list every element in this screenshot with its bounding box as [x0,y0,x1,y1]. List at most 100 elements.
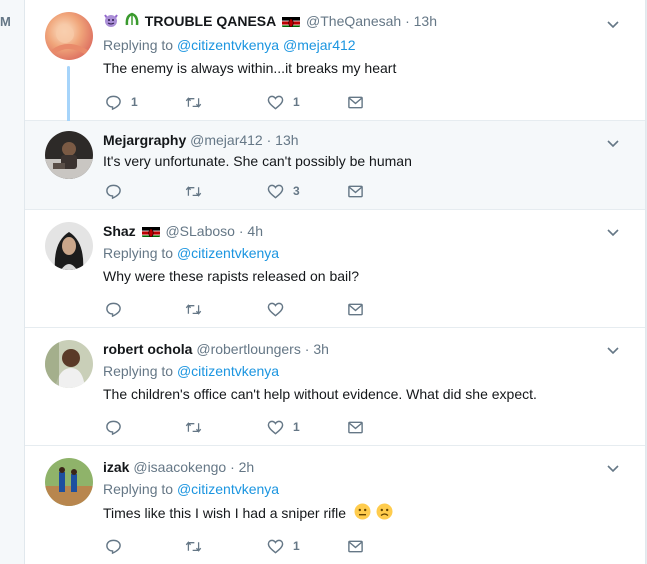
devil-emoji-icon [103,12,119,32]
reply-button[interactable] [105,536,131,556]
avatar[interactable] [45,12,93,60]
handle[interactable]: @TheQanesah [306,13,401,29]
handle[interactable]: @isaacokengo [133,459,226,475]
reply-button[interactable] [105,417,131,437]
handle[interactable]: @robertloungers [196,341,301,357]
frowning-face-emoji-icon [376,503,393,525]
heart-icon [267,302,284,317]
tweet-item[interactable]: Shaz @SLaboso · 4h Replying to @citizent… [25,210,645,328]
reply-button[interactable]: 1 [105,92,138,112]
display-name[interactable]: izak [103,459,129,475]
tweet-text: The children's office can't help without… [103,386,537,402]
replying-to: Replying to @citizentvkenya @mejar412 [103,36,645,54]
replying-to: Replying to @citizentvkenya [103,244,645,262]
tweet-text: Why were these rapists released on bail? [103,268,360,284]
retweet-icon [185,303,202,315]
display-name[interactable]: Shaz [103,223,136,239]
retweet-button[interactable] [185,92,211,112]
chevron-down-icon[interactable] [605,16,621,32]
avatar[interactable] [45,222,93,270]
mention-link[interactable]: @citizentvkenya [177,481,279,497]
kenya-flag-icon [282,15,301,27]
chevron-down-icon[interactable] [605,342,621,358]
envelope-icon [348,96,363,108]
direct-message-button[interactable] [347,299,364,319]
reply-icon [106,302,121,317]
tweet-item[interactable]: TROUBLE QANESA @TheQanesah · 13h Replyin… [25,0,645,126]
thread-connector [67,66,70,126]
timestamp[interactable]: 13h [275,132,298,148]
heart-icon [267,95,284,110]
like-count: 1 [293,539,300,553]
replying-label: Replying to [103,37,174,53]
mention-link[interactable]: @citizentvkenya [177,37,279,53]
tweet-item[interactable]: robert ochola @robertloungers · 3h Reply… [25,328,645,446]
display-name[interactable]: Mejargraphy [103,132,186,148]
reply-timeline: TROUBLE QANESA @TheQanesah · 13h Replyin… [24,0,646,564]
replying-to: Replying to @citizentvkenya [103,480,645,498]
separator-dot: · [230,459,235,475]
tweet-item[interactable]: Mejargraphy @mejar412 · 13h It's very un… [25,121,645,210]
direct-message-button[interactable] [347,417,364,437]
like-count: 3 [293,184,300,198]
mention-link[interactable]: @citizentvkenya [177,363,279,379]
tweet-text-row: Times like this I wish I had a sniper ri… [103,503,645,525]
like-button[interactable]: 1 [267,417,300,437]
timestamp[interactable]: 13h [414,13,437,29]
sidebar-letter: M [0,14,11,29]
reply-count: 1 [131,95,138,109]
retweet-button[interactable] [185,417,211,437]
envelope-icon [348,421,363,433]
avatar[interactable] [45,340,93,388]
retweet-icon [185,185,202,197]
reply-icon [106,420,121,435]
reply-icon [106,184,121,199]
retweet-button[interactable] [185,181,211,201]
retweet-icon [185,421,202,433]
like-button[interactable]: 1 [267,536,300,556]
timestamp[interactable]: 3h [313,341,329,357]
separator-dot: · [238,223,244,239]
display-name[interactable]: TROUBLE QANESA [145,13,276,29]
handle[interactable]: @SLaboso [165,223,234,239]
separator-dot: · [304,341,310,357]
chevron-down-icon[interactable] [605,224,621,240]
tweet-text: Times like this I wish I had a sniper ri… [103,505,347,521]
tweet-item[interactable]: izak @isaacokengo · 2h Replying to @citi… [25,446,645,564]
separator-dot: · [405,13,410,29]
timestamp[interactable]: 2h [239,459,255,475]
direct-message-button[interactable] [347,92,364,112]
retweet-button[interactable] [185,299,211,319]
direct-message-button[interactable] [347,536,364,556]
mention-link[interactable]: @citizentvkenya [177,245,279,261]
separator-dot: · [266,132,272,148]
chevron-down-icon[interactable] [605,135,621,151]
like-button[interactable]: 1 [267,92,300,112]
retweet-button[interactable] [185,536,211,556]
envelope-icon [348,540,363,552]
tweet-text: It's very unfortunate. She can't possibl… [103,153,412,169]
left-panel-edge: M [0,0,25,564]
display-name[interactable]: robert ochola [103,341,192,357]
avatar[interactable] [45,131,93,179]
kenya-flag-icon [141,225,160,237]
reply-icon [106,539,121,554]
heart-icon [267,184,284,199]
envelope-icon [348,303,363,315]
replying-label: Replying to [103,363,174,379]
like-button[interactable] [267,299,293,319]
handle[interactable]: @mejar412 [190,132,263,148]
neutral-face-emoji-icon [354,503,371,525]
direct-message-button[interactable] [347,181,364,201]
envelope-icon [348,185,363,197]
chevron-down-icon[interactable] [605,460,621,476]
like-count: 1 [293,420,300,434]
reply-button[interactable] [105,181,131,201]
replying-to: Replying to @citizentvkenya [103,362,645,380]
timestamp[interactable]: 4h [247,223,263,239]
like-button[interactable]: 3 [267,181,300,201]
mention-link[interactable]: @mejar412 [283,37,356,53]
avatar[interactable] [45,458,93,506]
reply-button[interactable] [105,299,131,319]
heart-icon [267,420,284,435]
